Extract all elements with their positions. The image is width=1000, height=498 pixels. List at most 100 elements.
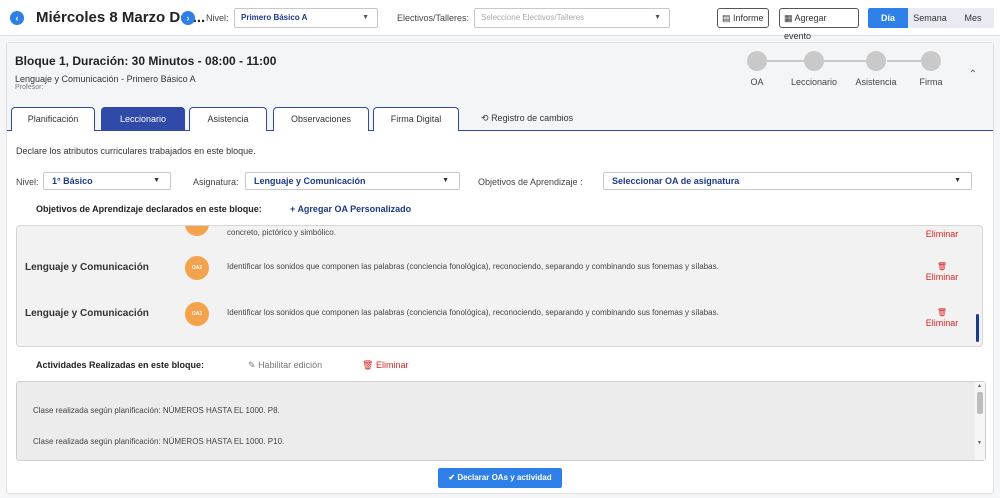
activities-delete-link[interactable]: 🗑 Eliminar: [362, 360, 408, 371]
electivos-select[interactable]: Seleccione Electivos/Talleres ▼: [474, 8, 670, 28]
plus-icon: +: [290, 204, 296, 214]
add-oa-link[interactable]: + Agregar OA Personalizado: [290, 204, 411, 214]
activities-scrollbar[interactable]: ▲ ▼: [975, 382, 985, 460]
enable-edit-link[interactable]: ✎ Habilitar edición: [248, 360, 322, 371]
step-dot: [921, 51, 941, 71]
step-dot: [804, 51, 824, 71]
declare-submit-label: Declarar OAs y actividad: [457, 473, 552, 482]
history-label: Registro de cambios: [491, 113, 574, 123]
trash-icon: 🗑: [936, 262, 948, 271]
oa-delete-button[interactable]: 🗑 Eliminar: [917, 308, 967, 328]
oa-delete-label: Eliminar: [925, 272, 959, 282]
informe-button[interactable]: ▤ Informe: [717, 8, 769, 28]
tab-observaciones[interactable]: Observaciones: [273, 107, 369, 131]
oa-text: Identificar los sonidos que componen las…: [227, 262, 719, 271]
view-tab-semana[interactable]: Semana: [908, 8, 952, 28]
oa-scrollbar[interactable]: [976, 314, 979, 342]
tab-bar: Planificación Leccionario Asistencia Obs…: [7, 105, 993, 131]
nivel-label: Nivel:: [206, 13, 229, 23]
activities-textarea[interactable]: Clase realizada según planificación: NÚM…: [16, 381, 986, 461]
oa-text: concreto, pictórico y simbólico.: [227, 228, 336, 237]
calendar-icon: ▦: [784, 13, 793, 23]
caret-down-icon: ▼: [153, 177, 160, 184]
top-bar: ‹ Miércoles 8 Marzo De ... › Nivel: Prim…: [0, 0, 1000, 41]
agregar-evento-button[interactable]: ▦ Agregar evento: [779, 8, 859, 41]
view-tab-dia[interactable]: Día: [868, 8, 908, 28]
electivos-label: Electivos/Talleres:: [397, 13, 470, 23]
oa-subject: Lenguaje y Comunicación: [25, 308, 149, 319]
oa-delete-label: Eliminar: [925, 318, 959, 328]
enable-edit-label: Habilitar edición: [258, 360, 323, 370]
form-nivel-label: Nivel:: [16, 177, 39, 187]
step-label: Firma: [919, 77, 943, 87]
activity-line: Clase realizada según planificación: NÚM…: [33, 406, 280, 415]
caret-down-icon: ▼: [654, 14, 661, 21]
pencil-icon: ✎: [248, 360, 256, 370]
document-icon: ▤: [722, 13, 731, 23]
step-dot: [747, 51, 767, 71]
oa-delete-button[interactable]: 🗑 Eliminar: [917, 262, 967, 282]
step-label: Asistencia: [855, 77, 897, 87]
block-title: Bloque 1, Duración: 30 Minutos - 08:00 -…: [15, 54, 277, 68]
list-item: Lenguaje y Comunicación OA3 Identificar …: [17, 298, 972, 344]
tab-planificacion[interactable]: Planificación: [11, 107, 95, 131]
step-leccionario: Leccionario: [779, 51, 849, 87]
tab-leccionario[interactable]: Leccionario: [101, 107, 185, 131]
oa-badge: OA3: [185, 302, 209, 326]
caret-down-icon: ▼: [442, 177, 449, 184]
step-asistencia: Asistencia: [845, 51, 907, 87]
nivel-select[interactable]: Primero Básico A ▼: [234, 8, 378, 28]
declare-submit-button[interactable]: ✔ Declarar OAs y actividad: [438, 468, 562, 488]
form-asignatura-select[interactable]: Lenguaje y Comunicación ▼: [245, 172, 460, 190]
date-title: Miércoles 8 Marzo De ...: [36, 9, 206, 26]
scroll-thumb[interactable]: [977, 392, 983, 414]
check-icon: ✔: [448, 473, 456, 482]
activities-title: Actividades Realizadas en este bloque:: [36, 360, 205, 370]
activities-delete-label: Eliminar: [375, 360, 409, 370]
scroll-up-icon[interactable]: ▲: [977, 383, 982, 389]
tab-asistencia[interactable]: Asistencia: [189, 107, 267, 131]
informe-label: Informe: [733, 13, 764, 23]
trash-icon: 🗑: [362, 360, 374, 370]
tab-firma-digital[interactable]: Firma Digital: [373, 107, 459, 131]
nivel-select-value: Primero Básico A: [241, 13, 308, 22]
step-label: OA: [750, 77, 764, 87]
block-professor: Profesor:: [15, 84, 44, 91]
oa-subject: Lenguaje y Comunicación: [25, 262, 149, 273]
form-nivel-select[interactable]: 1° Básico ▼: [43, 172, 171, 190]
activity-line: Clase realizada según planificación: NÚM…: [33, 437, 285, 446]
step-firma: Firma: [913, 51, 949, 87]
block-header: Bloque 1, Duración: 30 Minutos - 08:00 -…: [7, 43, 993, 105]
oa-badge: [185, 226, 209, 236]
history-link[interactable]: ⟲ Registro de cambios: [481, 113, 573, 124]
chevron-left-icon[interactable]: ‹: [10, 11, 24, 25]
block-subject: Lenguaje y Comunicación - Primero Básico…: [15, 74, 196, 84]
block-description: Declare los atributos curriculares traba…: [16, 146, 256, 156]
form-nivel-value: 1° Básico: [52, 176, 93, 186]
form-objetivos-label: Objetivos de Aprendizaje :: [478, 177, 583, 187]
chevron-right-icon[interactable]: ›: [181, 11, 195, 25]
form-asignatura-label: Asignatura:: [193, 177, 239, 187]
caret-down-icon: ▼: [954, 177, 961, 184]
oa-section-title: Objetivos de Aprendizaje declarados en e…: [36, 204, 262, 214]
step-oa: OA: [742, 51, 772, 87]
caret-down-icon: ▼: [362, 14, 369, 21]
step-label: Leccionario: [790, 77, 838, 87]
view-tab-mes[interactable]: Mes: [952, 8, 994, 28]
oa-delete-label: Eliminar: [925, 229, 959, 239]
form-objetivos-value: Seleccionar OA de asignatura: [612, 176, 740, 186]
add-oa-label: Agregar OA Personalizado: [297, 204, 412, 214]
chevron-up-icon[interactable]: ⌃: [969, 69, 977, 80]
scroll-down-icon[interactable]: ▼: [977, 440, 982, 446]
trash-icon: 🗑: [936, 308, 948, 317]
oa-delete-button[interactable]: Eliminar: [917, 229, 967, 239]
history-icon: ⟲: [481, 113, 489, 123]
form-asignatura-value: Lenguaje y Comunicación: [254, 176, 366, 186]
oa-badge: OA2: [185, 256, 209, 280]
step-dot: [866, 51, 886, 71]
oa-list[interactable]: concreto, pictórico y simbólico. Elimina…: [16, 225, 983, 347]
oa-text: Identificar los sonidos que componen las…: [227, 308, 719, 317]
electivos-select-placeholder: Seleccione Electivos/Talleres: [481, 13, 585, 22]
form-objetivos-select[interactable]: Seleccionar OA de asignatura ▼: [603, 172, 972, 190]
list-item: Lenguaje y Comunicación OA2 Identificar …: [17, 252, 972, 298]
